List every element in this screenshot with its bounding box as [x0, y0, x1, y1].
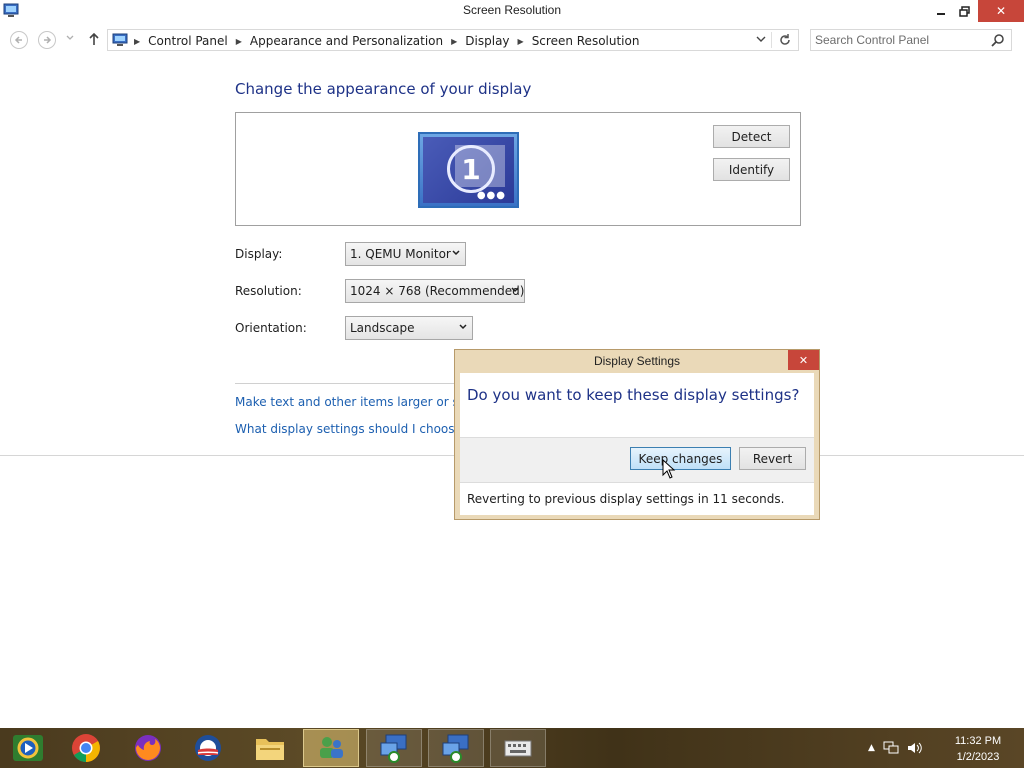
- monitor-arrangement-panel: 1 ●●● Detect Identify: [235, 112, 801, 226]
- close-button[interactable]: ✕: [978, 0, 1024, 22]
- taskbar: ▲ 11:32 PM 1/2/2023: [0, 728, 1024, 768]
- address-bar[interactable]: ▶ Control Panel ▶ Appearance and Persona…: [107, 29, 799, 51]
- resolution-label: Resolution:: [235, 284, 302, 298]
- mouse-cursor-icon: [662, 459, 676, 479]
- recent-locations-chevron-icon[interactable]: [66, 35, 74, 41]
- clock-date: 1/2/2023: [956, 751, 1000, 763]
- monitor-dots-graphic: ●●●: [476, 190, 506, 201]
- control-panel-icon: [112, 33, 128, 46]
- close-icon: ✕: [995, 4, 1007, 18]
- breadcrumb-display[interactable]: Display: [465, 34, 509, 48]
- display-settings-dialog: Display Settings ✕ Do you want to keep t…: [454, 349, 820, 520]
- keep-changes-button[interactable]: Keep changes: [630, 447, 731, 470]
- breadcrumb-appearance[interactable]: Appearance and Personalization: [250, 34, 443, 48]
- revert-countdown-text: Reverting to previous display settings i…: [467, 492, 785, 506]
- campaign-logo-icon: [195, 735, 221, 761]
- identify-button[interactable]: Identify: [713, 158, 790, 181]
- user-accounts-icon: [320, 737, 343, 758]
- display-select-value: 1. QEMU Monitor: [350, 247, 451, 261]
- show-hidden-icons-icon[interactable]: ▲: [868, 743, 875, 753]
- system-tray: ▲: [868, 728, 923, 768]
- monitor-number-badge: 1: [447, 145, 495, 193]
- monitor-1-thumbnail[interactable]: 1 ●●●: [418, 132, 519, 208]
- taskbar-control-panel[interactable]: [303, 729, 359, 767]
- chevron-right-icon[interactable]: ▶: [236, 37, 242, 46]
- title-bar: Screen Resolution ✕: [0, 0, 1024, 22]
- orientation-select[interactable]: Landscape: [345, 316, 473, 340]
- clock-time: 11:32 PM: [954, 735, 1002, 747]
- volume-icon[interactable]: [907, 741, 923, 755]
- search-icon[interactable]: [991, 33, 1005, 47]
- taskbar-keyboard-app[interactable]: [490, 729, 546, 767]
- section-divider: [235, 383, 457, 384]
- chevron-right-icon: ▶: [134, 36, 141, 46]
- navigation-bar: ▶ Control Panel ▶ Appearance and Persona…: [0, 26, 1024, 54]
- search-input[interactable]: [815, 32, 985, 48]
- address-divider: [771, 32, 772, 48]
- dialog-question: Do you want to keep these display settin…: [467, 386, 800, 404]
- revert-button[interactable]: Revert: [739, 447, 806, 470]
- restore-button[interactable]: [951, 0, 977, 22]
- arrow-right-icon: [44, 36, 52, 44]
- breadcrumb-screen-resolution[interactable]: Screen Resolution: [532, 34, 640, 48]
- folder-icon: [256, 739, 284, 760]
- search-box[interactable]: [810, 29, 1012, 51]
- resolution-select-value: 1024 × 768 (Recommended): [350, 284, 525, 298]
- display-label: Display:: [235, 247, 283, 261]
- detect-button[interactable]: Detect: [713, 125, 790, 148]
- taskbar-clock[interactable]: 11:32 PM 1/2/2023: [940, 733, 1016, 765]
- minimize-icon: [937, 13, 945, 15]
- taskbar-remote-desktop-2[interactable]: [428, 729, 484, 767]
- chevron-down-icon: [452, 250, 460, 256]
- breadcrumb: ▶ Control Panel ▶ Appearance and Persona…: [134, 34, 647, 48]
- up-arrow-icon[interactable]: [88, 31, 100, 47]
- dialog-close-button[interactable]: ✕: [788, 350, 819, 370]
- remote-desktop-icon: [442, 734, 469, 763]
- breadcrumb-control-panel[interactable]: Control Panel: [148, 34, 228, 48]
- taskbar-remote-desktop-1[interactable]: [366, 729, 422, 767]
- chevron-right-icon[interactable]: ▶: [451, 37, 457, 46]
- close-icon: ✕: [798, 353, 809, 367]
- dialog-button-bar: Keep changes Revert: [460, 437, 814, 483]
- orientation-label: Orientation:: [235, 321, 307, 335]
- arrow-left-icon: [14, 36, 22, 44]
- restore-icon: [958, 5, 970, 17]
- keyboard-icon: [504, 740, 532, 757]
- chevron-down-icon: [459, 324, 467, 330]
- window-title: Screen Resolution: [462, 3, 562, 17]
- taskbar-campaign-app[interactable]: [180, 729, 236, 767]
- media-player-icon: [13, 735, 43, 761]
- remote-desktop-icon: [380, 734, 407, 763]
- chrome-icon: [72, 734, 100, 762]
- text-size-link[interactable]: Make text and other items larger or sm: [235, 395, 470, 409]
- taskbar-file-explorer[interactable]: [242, 729, 298, 767]
- page-title: Change the appearance of your display: [235, 80, 532, 98]
- forward-button[interactable]: [38, 31, 56, 49]
- taskbar-media-player[interactable]: [0, 729, 56, 767]
- refresh-icon[interactable]: [778, 32, 792, 48]
- network-icon[interactable]: [883, 741, 899, 755]
- firefox-icon: [135, 735, 161, 761]
- display-help-link[interactable]: What display settings should I choose?: [235, 422, 468, 436]
- monitor-screen: 1 ●●●: [423, 137, 514, 203]
- resolution-select[interactable]: 1024 × 768 (Recommended): [345, 279, 525, 303]
- taskbar-firefox[interactable]: [120, 729, 176, 767]
- dialog-title: Display Settings: [593, 354, 681, 368]
- display-select[interactable]: 1. QEMU Monitor: [345, 242, 466, 266]
- back-button[interactable]: [10, 31, 28, 49]
- address-history-chevron-icon[interactable]: [756, 35, 766, 43]
- chevron-down-icon: [511, 287, 519, 293]
- orientation-select-value: Landscape: [350, 321, 415, 335]
- taskbar-chrome[interactable]: [58, 729, 114, 767]
- chevron-right-icon[interactable]: ▶: [518, 37, 524, 46]
- dialog-body: Do you want to keep these display settin…: [460, 373, 814, 515]
